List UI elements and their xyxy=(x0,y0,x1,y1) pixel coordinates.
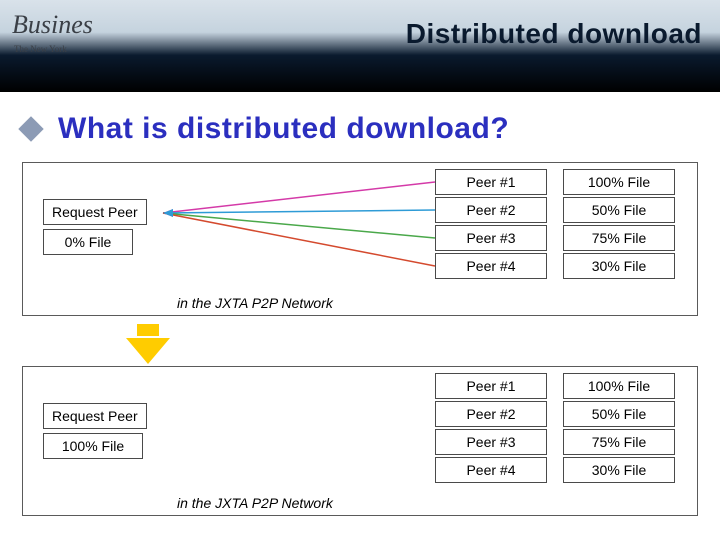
header-deco-business: Busines xyxy=(12,10,93,40)
network-panel-after: Request Peer 100% File Peer #1 100% File… xyxy=(22,366,698,516)
transition-arrow xyxy=(0,324,720,364)
heading-row: What is distributed download? xyxy=(22,112,720,146)
peer-file-box: 30% File xyxy=(563,457,675,483)
slide-header: Busines The New York Distributed downloa… xyxy=(0,0,720,92)
section-heading: What is distributed download? xyxy=(58,112,509,146)
request-file-box: 0% File xyxy=(43,229,133,255)
peer-file-box: 50% File xyxy=(563,401,675,427)
peer-file-box: 50% File xyxy=(563,197,675,223)
peer-name-box: Peer #1 xyxy=(435,169,547,195)
peer-file-box: 100% File xyxy=(563,373,675,399)
peer-name-box: Peer #2 xyxy=(435,197,547,223)
peer-name-box: Peer #4 xyxy=(435,457,547,483)
arrow-stem xyxy=(137,324,159,336)
peer-file-box: 30% File xyxy=(563,253,675,279)
request-peer-box: Request Peer xyxy=(43,199,147,225)
peer-file-box: 100% File xyxy=(563,169,675,195)
network-panel-before: Request Peer 0% File Peer #1 100% File P… xyxy=(22,162,698,316)
peer-file-box: 75% File xyxy=(563,225,675,251)
panel-caption: in the JXTA P2P Network xyxy=(177,295,333,311)
diamond-bullet-icon xyxy=(18,116,43,141)
peer-name-box: Peer #1 xyxy=(435,373,547,399)
request-file-box: 100% File xyxy=(43,433,143,459)
peer-name-box: Peer #3 xyxy=(435,225,547,251)
peer-name-box: Peer #4 xyxy=(435,253,547,279)
request-peer-box: Request Peer xyxy=(43,403,147,429)
peer-name-box: Peer #3 xyxy=(435,429,547,455)
arrow-down-icon xyxy=(126,338,170,364)
peer-file-box: 75% File xyxy=(563,429,675,455)
panel-caption: in the JXTA P2P Network xyxy=(177,495,333,511)
slide-title: Distributed download xyxy=(406,18,702,50)
peer-name-box: Peer #2 xyxy=(435,401,547,427)
header-deco-sub: The New York xyxy=(14,44,67,54)
